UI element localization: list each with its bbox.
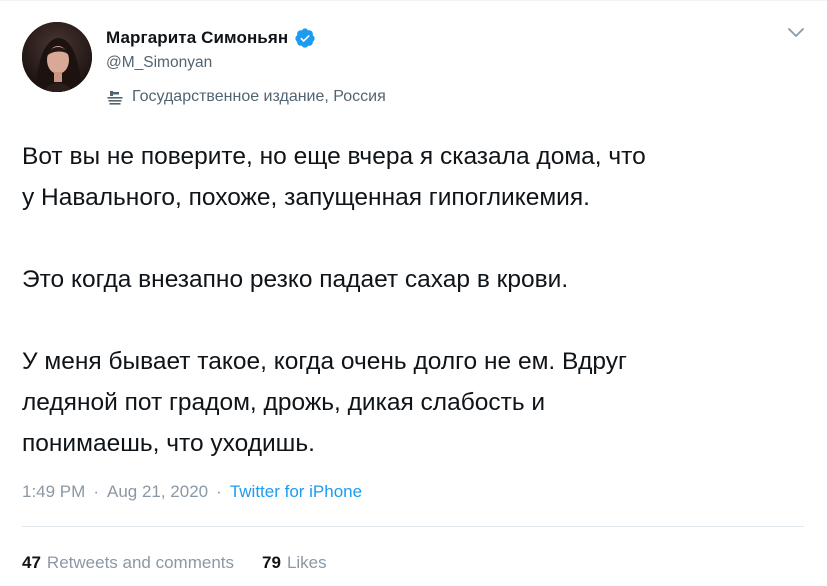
top-border [0, 0, 827, 1]
author-handle[interactable]: @M_Simonyan [106, 54, 212, 72]
avatar[interactable] [22, 22, 92, 92]
tweet-stats: 47 Retweets and comments 79 Likes [22, 551, 327, 575]
tweet-line: Вот вы не поверите, но еще вчера я сказа… [22, 143, 646, 170]
state-media-icon [107, 91, 123, 105]
likes-label: Likes [286, 553, 327, 572]
tweet-line: у Навального, похоже, запущенная гипогли… [22, 184, 590, 211]
author-name-row[interactable]: Маргарита Симоньян [106, 27, 316, 49]
meta-separator: · [216, 482, 222, 501]
verified-badge-icon [295, 28, 315, 48]
tweet-time[interactable]: 1:49 PM [22, 482, 85, 502]
state-media-label: Государственное издание, Россия [132, 88, 386, 105]
tweet-meta: 1:49 PM · Aug 21, 2020 · Twitter for iPh… [22, 480, 362, 504]
likes-count: 79 [262, 553, 281, 572]
chevron-down-icon[interactable] [786, 26, 806, 40]
tweet-source-link[interactable]: Twitter for iPhone [230, 482, 362, 502]
retweets-label: Retweets and comments [46, 553, 235, 572]
retweets-count: 47 [22, 553, 41, 572]
tweet-line: Это когда внезапно резко падает сахар в … [22, 266, 569, 293]
avatar-portrait [22, 22, 92, 92]
tweet-line: понимаешь, что уходишь. [22, 430, 315, 457]
likes-stat[interactable]: 79 Likes [262, 553, 327, 573]
tweet-card: Маргарита Симоньян @M_Simonyan Государст… [0, 0, 827, 586]
tweet-text: Вот вы не поверите, но еще вчера я сказа… [22, 136, 812, 464]
retweets-stat[interactable]: 47 Retweets and comments [22, 553, 234, 573]
tweet-line: У меня бывает такое, когда очень долго н… [22, 348, 627, 375]
tweet-date[interactable]: Aug 21, 2020 [107, 482, 208, 502]
state-media-label-row[interactable]: Государственное издание, Россия [106, 86, 386, 108]
tweet-line: ледяной пот градом, дрожь, дикая слабост… [22, 389, 546, 416]
author-name[interactable]: Маргарита Симоньян [106, 28, 288, 48]
meta-separator: · [93, 482, 99, 501]
divider [22, 526, 804, 527]
